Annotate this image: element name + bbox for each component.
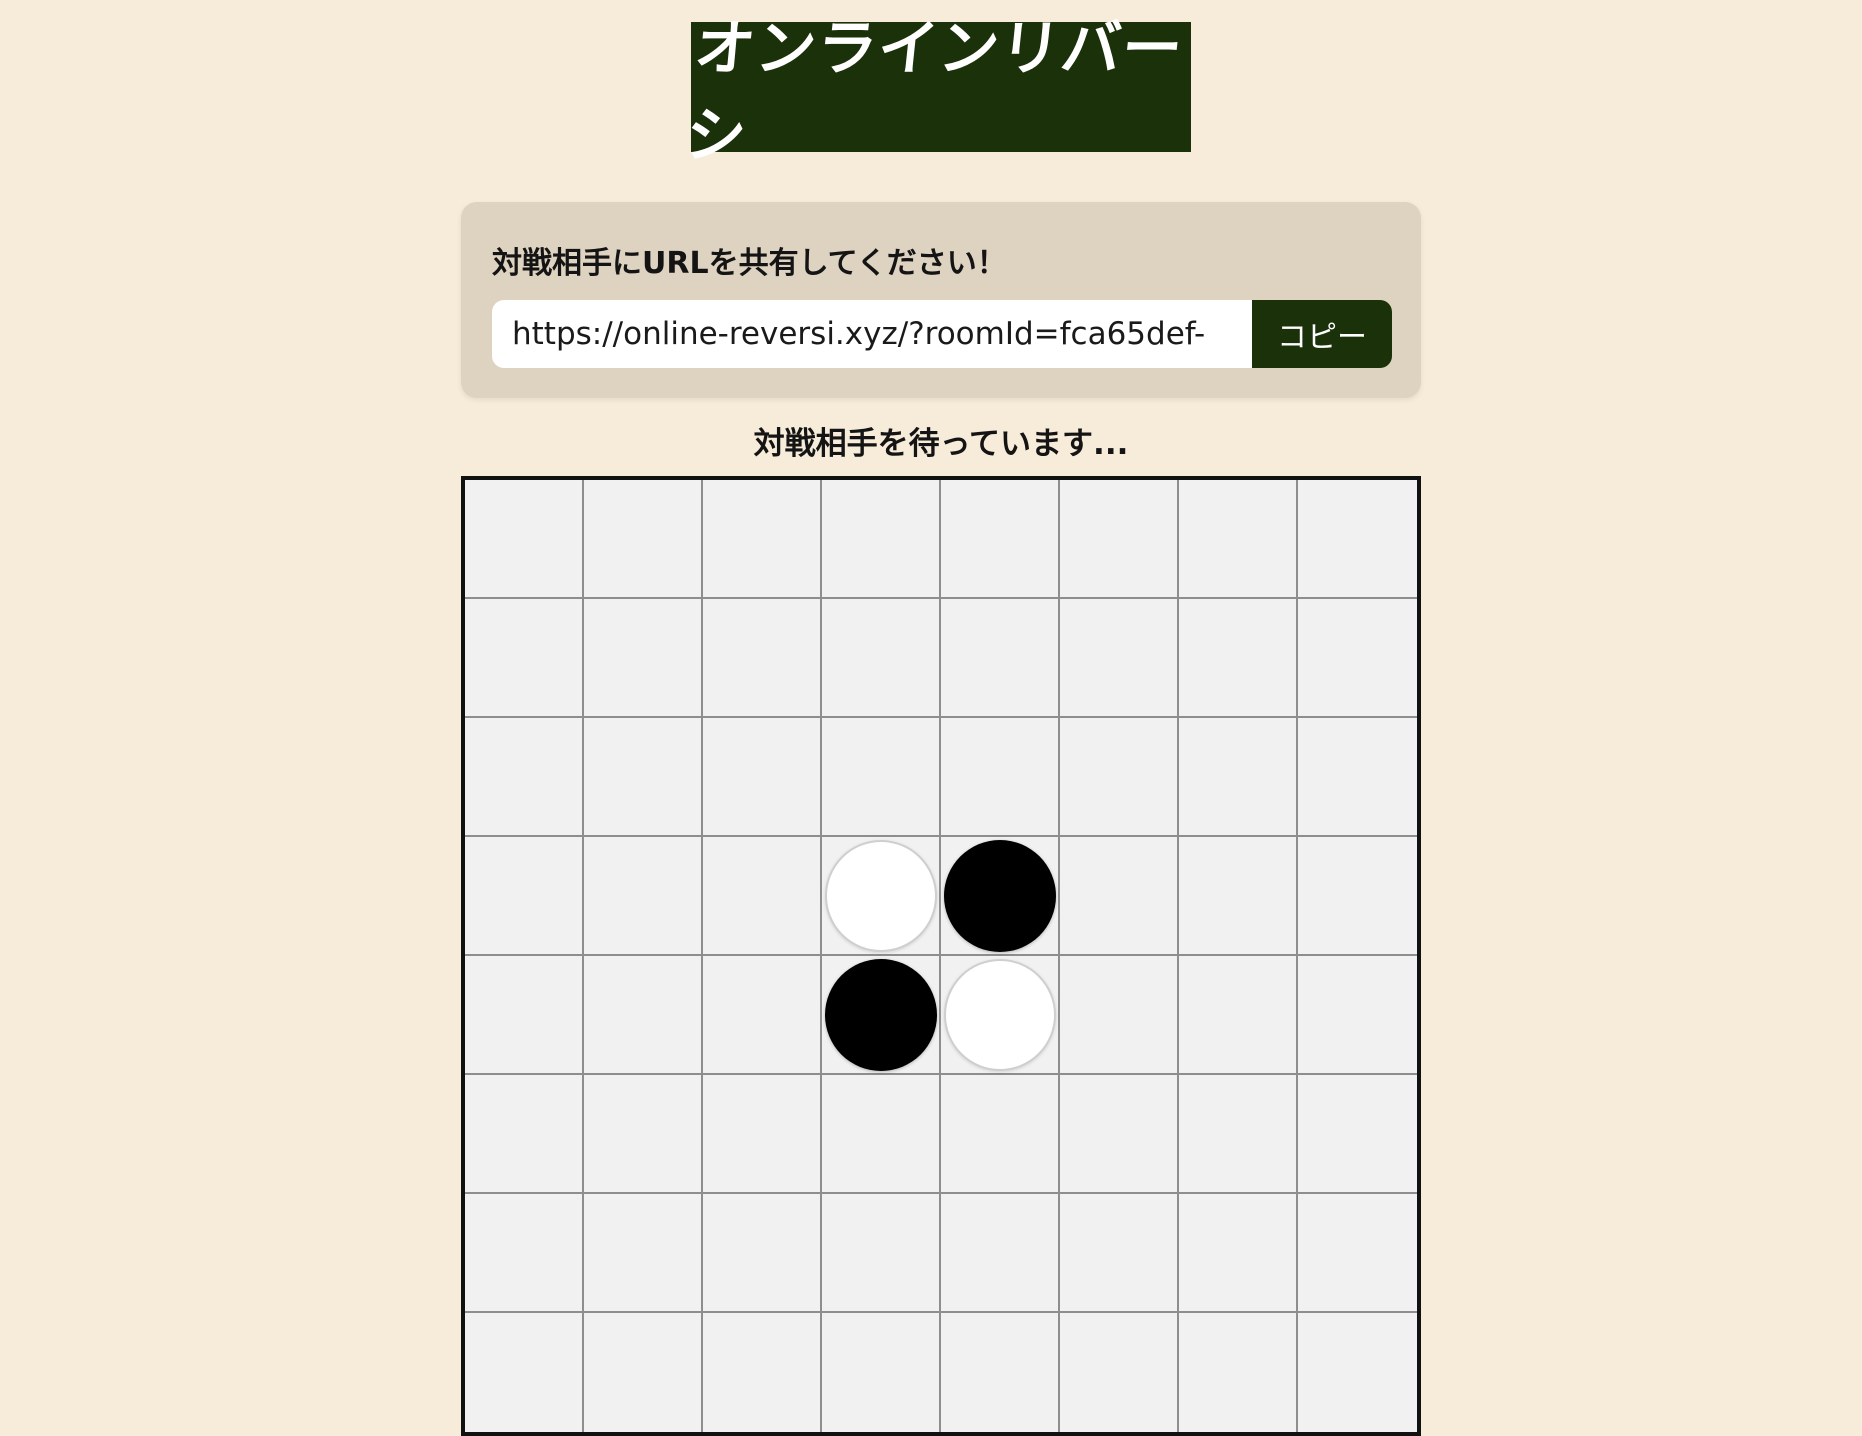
board-cell-4-6[interactable] (1179, 956, 1298, 1075)
board-cell-7-4[interactable] (941, 1313, 1060, 1432)
board-cell-6-0[interactable] (465, 1194, 584, 1313)
board-cell-4-7[interactable] (1298, 956, 1417, 1075)
board-cell-5-4[interactable] (941, 1075, 1060, 1194)
waiting-status: 対戦相手を待っています... (753, 426, 1129, 462)
board-cell-3-1[interactable] (584, 837, 703, 956)
board-cell-2-2[interactable] (703, 718, 822, 837)
board-cell-1-4[interactable] (941, 599, 1060, 718)
white-disc (943, 958, 1056, 1071)
board-cell-0-3[interactable] (822, 480, 941, 599)
board-cell-6-5[interactable] (1060, 1194, 1179, 1313)
reversi-board (461, 476, 1421, 1436)
black-disc (824, 958, 937, 1071)
board-cell-0-4[interactable] (941, 480, 1060, 599)
board-cell-3-0[interactable] (465, 837, 584, 956)
board-cell-6-6[interactable] (1179, 1194, 1298, 1313)
board-cell-1-6[interactable] (1179, 599, 1298, 718)
board-cell-7-0[interactable] (465, 1313, 584, 1432)
white-disc (824, 839, 937, 952)
board-cell-7-2[interactable] (703, 1313, 822, 1432)
board-cell-2-3[interactable] (822, 718, 941, 837)
room-url-input[interactable] (492, 300, 1252, 368)
board-cell-1-0[interactable] (465, 599, 584, 718)
board-cell-4-1[interactable] (584, 956, 703, 1075)
board-cell-5-0[interactable] (465, 1075, 584, 1194)
share-url-panel: 対戦相手にURLを共有してください！ コピー (461, 202, 1421, 398)
board-cell-5-2[interactable] (703, 1075, 822, 1194)
logo-text: オンラインリバーシ (682, 14, 1187, 171)
board-cell-4-0[interactable] (465, 956, 584, 1075)
board-cell-3-5[interactable] (1060, 837, 1179, 956)
board-cell-7-7[interactable] (1298, 1313, 1417, 1432)
board-cell-1-2[interactable] (703, 599, 822, 718)
board-cell-2-6[interactable] (1179, 718, 1298, 837)
board-cell-4-2[interactable] (703, 956, 822, 1075)
board-cell-0-2[interactable] (703, 480, 822, 599)
board-cell-3-2[interactable] (703, 837, 822, 956)
board-cell-0-7[interactable] (1298, 480, 1417, 599)
board-cell-6-2[interactable] (703, 1194, 822, 1313)
board-cell-3-7[interactable] (1298, 837, 1417, 956)
board-cell-4-4[interactable] (941, 956, 1060, 1075)
board-cell-5-7[interactable] (1298, 1075, 1417, 1194)
board-cell-2-0[interactable] (465, 718, 584, 837)
board-cell-1-3[interactable] (822, 599, 941, 718)
board-cell-4-3[interactable] (822, 956, 941, 1075)
board-cell-3-3[interactable] (822, 837, 941, 956)
board-cell-0-5[interactable] (1060, 480, 1179, 599)
board-cell-1-1[interactable] (584, 599, 703, 718)
board-cell-2-5[interactable] (1060, 718, 1179, 837)
board-cell-2-4[interactable] (941, 718, 1060, 837)
copy-url-button[interactable]: コピー (1252, 300, 1392, 368)
board-cell-7-6[interactable] (1179, 1313, 1298, 1432)
site-logo[interactable]: オンラインリバーシ (682, 14, 1191, 171)
black-disc (943, 839, 1056, 952)
board-cell-1-7[interactable] (1298, 599, 1417, 718)
board-cell-4-5[interactable] (1060, 956, 1179, 1075)
board-cell-5-6[interactable] (1179, 1075, 1298, 1194)
board-cell-6-3[interactable] (822, 1194, 941, 1313)
board-cell-0-0[interactable] (465, 480, 584, 599)
board-cell-3-6[interactable] (1179, 837, 1298, 956)
board-cell-1-5[interactable] (1060, 599, 1179, 718)
board-cell-3-4[interactable] (941, 837, 1060, 956)
board-cell-2-1[interactable] (584, 718, 703, 837)
board-cell-5-5[interactable] (1060, 1075, 1179, 1194)
board-cell-6-7[interactable] (1298, 1194, 1417, 1313)
url-copy-row: コピー (492, 300, 1392, 368)
board-cell-6-4[interactable] (941, 1194, 1060, 1313)
board-cell-7-3[interactable] (822, 1313, 941, 1432)
board-cell-2-7[interactable] (1298, 718, 1417, 837)
share-instructions: 対戦相手にURLを共有してください！ (492, 246, 1007, 281)
board-cell-5-1[interactable] (584, 1075, 703, 1194)
board-cell-7-1[interactable] (584, 1313, 703, 1432)
board-cell-0-1[interactable] (584, 480, 703, 599)
board-cell-7-5[interactable] (1060, 1313, 1179, 1432)
board-cell-6-1[interactable] (584, 1194, 703, 1313)
board-cell-5-3[interactable] (822, 1075, 941, 1194)
board-cell-0-6[interactable] (1179, 480, 1298, 599)
